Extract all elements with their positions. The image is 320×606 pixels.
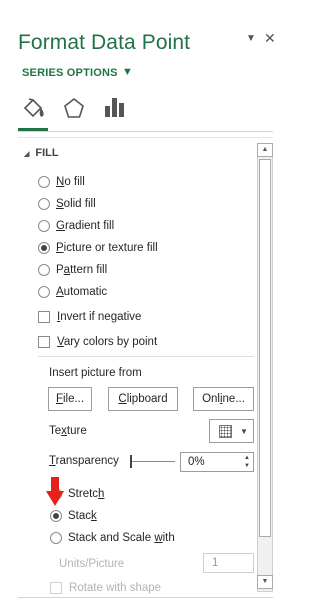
- radio-button[interactable]: [38, 220, 50, 232]
- chevron-down-icon[interactable]: ▼: [122, 66, 133, 78]
- checkbox-rotate-with-shape[interactable]: Rotate with shape: [50, 580, 161, 596]
- option-label: Vary colors by point: [57, 336, 158, 348]
- option-label: Stack: [68, 510, 97, 522]
- units-per-picture-label: Units/Picture: [59, 558, 125, 570]
- series-options-bar-icon[interactable]: [104, 96, 126, 118]
- option-label: Gradient fill: [56, 220, 115, 232]
- radio-solid-fill[interactable]: Solid fill: [38, 196, 96, 212]
- scroll-up-icon[interactable]: ▲: [257, 143, 273, 157]
- transparency-label: Transparency: [49, 455, 119, 467]
- option-label: Invert if negative: [57, 311, 142, 323]
- radio-automatic[interactable]: Automatic: [38, 284, 107, 300]
- checkbox[interactable]: [38, 336, 50, 348]
- option-label: No fill: [56, 176, 85, 188]
- effects-pentagon-icon[interactable]: [62, 96, 86, 120]
- online-button[interactable]: Onl i ne...: [193, 387, 254, 411]
- option-label: Solid fill: [56, 198, 96, 210]
- transparency-slider[interactable]: [130, 461, 175, 462]
- checkbox[interactable]: [38, 311, 50, 323]
- transparency-spinner[interactable]: 0% ▲ ▼: [180, 452, 254, 472]
- radio-no-fill[interactable]: No fill: [38, 174, 85, 190]
- radio-button[interactable]: [38, 176, 50, 188]
- radio-gradient-fill[interactable]: Gradient fill: [38, 218, 114, 234]
- spinner-arrows-icon[interactable]: ▲ ▼: [241, 453, 253, 471]
- chevron-down-icon: ▼: [240, 426, 248, 436]
- checkbox[interactable]: [50, 582, 62, 594]
- checkbox-invert-if-negative[interactable]: Invert if negative: [38, 309, 141, 325]
- option-label: Picture or texture fill: [56, 242, 158, 254]
- radio-button[interactable]: [38, 198, 50, 210]
- series-options-dropdown[interactable]: SERIES OPTIONS: [22, 67, 118, 79]
- clipboard-button[interactable]: Clipboard: [108, 387, 178, 411]
- fill-section-label: FILL: [35, 147, 59, 159]
- option-label: Stack and Scale with: [68, 532, 175, 544]
- fill-line-icon[interactable]: [20, 96, 48, 120]
- units-per-picture-input[interactable]: 1: [203, 553, 254, 573]
- radio-picture-texture-fill[interactable]: Picture or texture fill: [38, 240, 158, 256]
- option-label: Stretch: [68, 488, 105, 500]
- radio-button[interactable]: [50, 532, 62, 544]
- pane-title: Format Data Point: [18, 31, 191, 54]
- scrollbar-thumb[interactable]: [259, 159, 271, 537]
- collapse-triangle-icon: ◢: [24, 151, 30, 158]
- divider: [18, 131, 273, 132]
- radio-button[interactable]: [38, 286, 50, 298]
- checkbox-vary-colors[interactable]: Vary colors by point: [38, 334, 157, 350]
- file-button[interactable]: File...: [48, 387, 92, 411]
- option-label: Automatic: [56, 286, 108, 298]
- divider: [18, 137, 273, 138]
- texture-dropdown[interactable]: ▼: [209, 419, 254, 443]
- divider: [18, 597, 273, 598]
- radio-button-selected[interactable]: [38, 242, 50, 254]
- radio-pattern-fill[interactable]: Pattern fill: [38, 262, 107, 278]
- divider: [38, 356, 254, 357]
- option-label: Pattern fill: [56, 264, 108, 276]
- radio-stack[interactable]: Stack: [50, 508, 97, 524]
- transparency-value[interactable]: 0%: [188, 456, 241, 468]
- close-icon[interactable]: ✕: [264, 30, 276, 47]
- option-label: Rotate with shape: [69, 582, 162, 594]
- scroll-down-icon[interactable]: ▼: [257, 575, 273, 589]
- slider-thumb[interactable]: [130, 455, 132, 468]
- fill-section-header[interactable]: ◢ FILL: [24, 147, 59, 159]
- texture-swatch-icon: [219, 424, 232, 438]
- insert-picture-from-label: Insert picture from: [49, 367, 142, 379]
- texture-label: Texture: [49, 425, 87, 437]
- radio-button[interactable]: [38, 264, 50, 276]
- dropdown-caret-icon[interactable]: ▼: [246, 33, 256, 44]
- annotation-arrow-icon: [46, 477, 64, 506]
- radio-button-selected[interactable]: [50, 510, 62, 522]
- radio-stack-and-scale[interactable]: Stack and Scale with: [50, 530, 175, 546]
